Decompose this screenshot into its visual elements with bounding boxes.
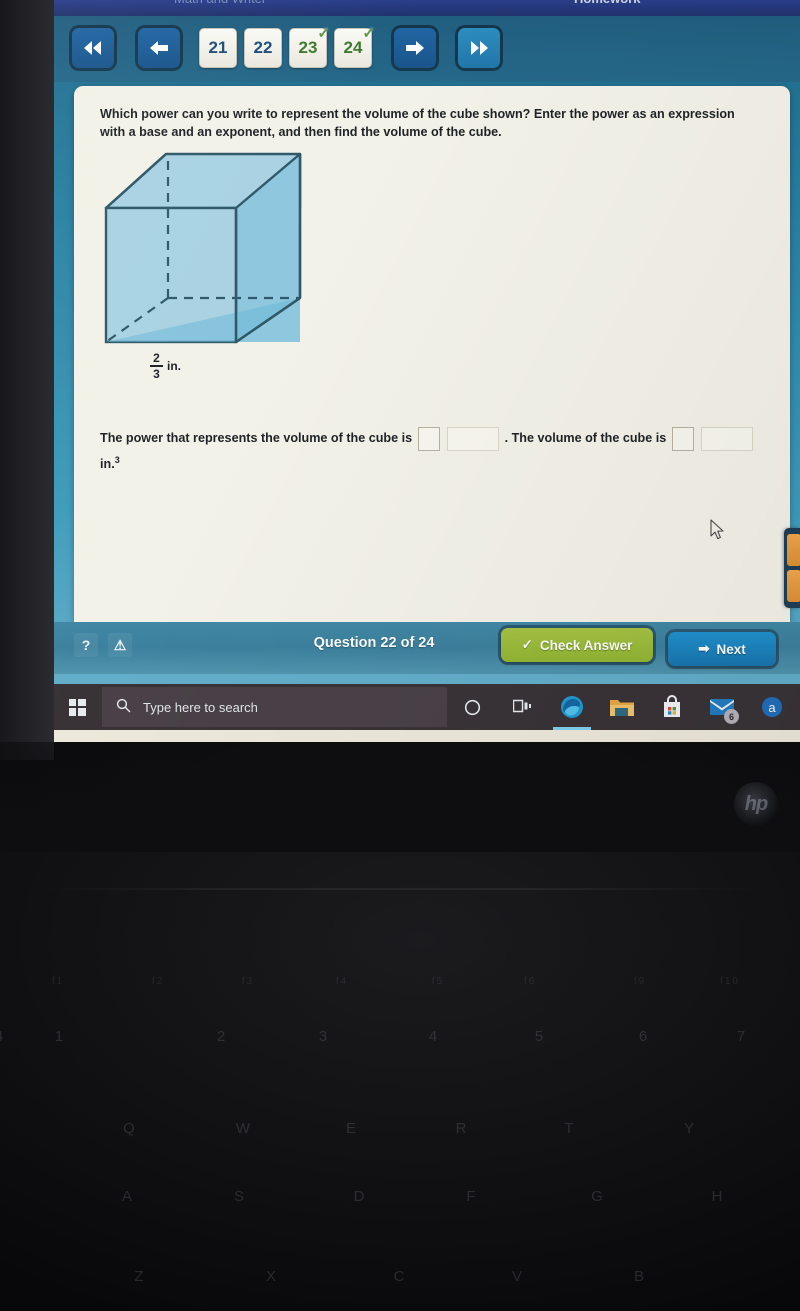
generic-app-icon: a [762, 697, 782, 717]
mail-button[interactable]: 6 [697, 684, 747, 730]
answer-input-volume-extension[interactable] [701, 426, 754, 451]
help-icon[interactable]: ? [74, 633, 98, 657]
cortana-circle-icon [464, 699, 480, 715]
check-answer-label: Check Answer [539, 637, 633, 653]
next-arrow-icon: ➡ [698, 641, 710, 656]
pinned-app-partial[interactable]: a [747, 684, 797, 730]
search-icon [116, 698, 131, 716]
last-page-button[interactable] [458, 28, 500, 68]
page-number-label: 23 [298, 38, 318, 57]
fraction: 2 3 [150, 352, 163, 381]
answer-unit-exponent: 3 [114, 455, 120, 466]
edge-icon [561, 696, 583, 718]
cube-svg [104, 152, 302, 344]
fraction-numerator: 2 [153, 351, 160, 365]
palmrest-seam [40, 888, 760, 890]
question-content-card: Which power can you write to represent t… [74, 86, 790, 622]
answer-prefix-2: The volume of the cube is [511, 431, 667, 445]
microsoft-edge-button[interactable] [547, 684, 597, 730]
question-prompt: Which power can you write to represent t… [100, 107, 735, 139]
orange-tile-top [787, 534, 800, 566]
warning-icon[interactable]: ⚠ [108, 633, 132, 657]
answer-input-power[interactable] [417, 426, 440, 451]
first-page-button[interactable] [72, 28, 114, 68]
store-bag-icon [664, 695, 680, 717]
microsoft-store-button[interactable] [647, 684, 697, 730]
start-button[interactable] [54, 684, 100, 730]
orange-tile-bottom [787, 570, 800, 602]
cursor-arrow-icon [710, 519, 724, 540]
hp-logo: hp [734, 782, 778, 826]
right-edge-panel [744, 500, 770, 584]
page-complete-check-icon: ✓ [362, 25, 375, 42]
cube-edge-label: 2 3 in. [150, 352, 181, 381]
screen-bezel-left [0, 0, 54, 760]
windows-logo-icon [68, 698, 86, 716]
answer-input-power-extension[interactable] [447, 426, 500, 451]
answer-prefix-1: The power that represents the volume of … [100, 431, 413, 445]
svg-text:a: a [768, 700, 776, 715]
windows-taskbar: Type here to search 6 a [54, 684, 800, 730]
previous-question-button[interactable] [138, 28, 180, 68]
photo-of-laptop: hp f1f2f3 f4f5f6 f9f10 123 445 67 QWE RT… [0, 0, 800, 1311]
search-placeholder-text: Type here to search [143, 699, 258, 715]
right-arrow-icon [406, 41, 424, 55]
question-status-bar: ? ⚠ Question 22 of 24 ✓ Check Answer ➡ N… [54, 622, 800, 674]
task-view-button[interactable] [497, 684, 547, 730]
laptop-screen: Math and Writer Homework 21 [54, 0, 800, 742]
left-arrow-icon [150, 41, 168, 55]
app-header-bar: Math and Writer Homework [54, 0, 800, 16]
page-number-label: 22 [253, 38, 273, 57]
mail-unread-badge: 6 [724, 709, 739, 724]
cube-figure: 2 3 in. [88, 142, 338, 382]
cortana-button[interactable] [447, 684, 497, 730]
next-label: Next [716, 641, 746, 657]
right-edge-orange-widget[interactable] [784, 528, 800, 608]
check-mark-icon: ✓ [521, 637, 533, 652]
desktop-edge-strip [54, 730, 800, 742]
double-right-arrow-icon [471, 41, 488, 55]
fraction-denominator: 3 [153, 367, 160, 382]
folder-icon [610, 700, 634, 716]
page-button-22[interactable]: 22 [244, 28, 282, 68]
app-header-left-title: Math and Writer [174, 0, 266, 6]
page-number-label: 21 [208, 38, 228, 57]
question-counter: Question 22 of 24 [313, 635, 435, 651]
app-header-right-title: Homework [574, 0, 640, 6]
answer-input-volume[interactable] [671, 426, 694, 451]
answer-suffix-1: . [504, 431, 509, 445]
search-box[interactable]: Type here to search [102, 687, 447, 727]
next-question-button[interactable] [394, 28, 436, 68]
task-view-icon [512, 699, 531, 713]
file-explorer-button[interactable] [597, 684, 647, 730]
answer-entry-row: The power that represents the volume of … [100, 426, 760, 478]
page-button-21[interactable]: 21 [199, 28, 237, 68]
page-number-label: 24 [343, 38, 363, 57]
page-button-23[interactable]: 23 ✓ [289, 25, 330, 68]
next-button[interactable]: ➡ Next [668, 632, 776, 666]
laptop-hinge-shadow [0, 742, 800, 852]
check-answer-button[interactable]: ✓ Check Answer [501, 628, 653, 662]
double-left-arrow-icon [84, 41, 101, 55]
page-complete-check-icon: ✓ [317, 25, 330, 42]
answer-unit: in. [100, 457, 115, 472]
unit-label: in. [167, 359, 181, 374]
mouse-cursor [710, 519, 725, 546]
question-navigation-toolbar: 21 22 23 ✓ 24 ✓ [54, 16, 800, 82]
page-button-24[interactable]: 24 ✓ [334, 25, 375, 68]
